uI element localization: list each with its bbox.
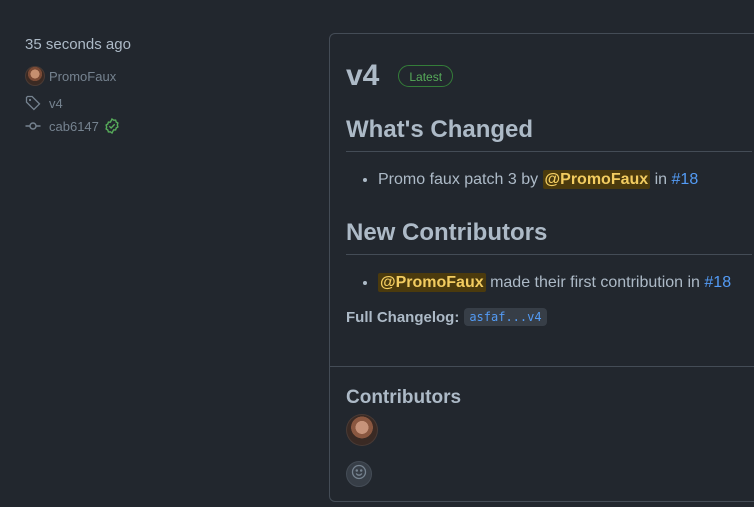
list-item: @PromoFaux made their first contribution… [378, 271, 752, 295]
commit-icon [25, 118, 41, 134]
changelog-label: Full Changelog: [346, 308, 460, 326]
contributors-section: Contributors [346, 386, 461, 487]
author-avatar[interactable] [25, 66, 45, 86]
user-mention[interactable]: @PromoFaux [542, 170, 651, 189]
contributor-avatar[interactable] [346, 414, 378, 446]
verified-icon[interactable] [104, 118, 120, 134]
full-changelog: Full Changelog: asfaf...v4 [346, 308, 752, 326]
contribution-text: made their first contribution in [490, 274, 700, 291]
section-divider [330, 366, 754, 367]
author-row[interactable]: PromoFaux [25, 66, 305, 86]
contributors-title: Contributors [346, 387, 462, 408]
tag-link[interactable]: v4 [49, 96, 63, 111]
new-contributors-list: @PromoFaux made their first contribution… [346, 271, 752, 295]
release-meta: 35 seconds ago PromoFaux v4 cab6147 [25, 35, 305, 135]
release-card: v4 Latest What's Changed Promo faux patc… [329, 33, 754, 502]
changes-list: Promo faux patch 3 by @PromoFaux in #18 [346, 168, 752, 192]
new-contributors-heading: New Contributors [346, 219, 752, 255]
release-page: 35 seconds ago PromoFaux v4 cab6147 v4 L… [0, 0, 754, 507]
commit-row[interactable]: cab6147 [25, 117, 305, 135]
change-text: Promo faux patch 3 by [378, 171, 539, 188]
whats-changed-heading: What's Changed [346, 116, 752, 152]
relative-time: 35 seconds ago [25, 36, 131, 53]
smiley-icon [351, 464, 367, 485]
tag-icon [25, 95, 41, 111]
add-reaction-button[interactable] [346, 461, 372, 487]
release-title[interactable]: v4 [346, 60, 379, 92]
changelog-compare-link[interactable]: asfaf...v4 [464, 308, 547, 326]
commit-link[interactable]: cab6147 [49, 119, 99, 134]
latest-badge: Latest [398, 65, 454, 87]
in-text: in [654, 171, 668, 188]
tag-row[interactable]: v4 [25, 94, 305, 112]
pr-link[interactable]: #18 [704, 274, 731, 291]
pr-link[interactable]: #18 [672, 171, 699, 188]
release-title-row: v4 Latest [346, 60, 752, 92]
list-item: Promo faux patch 3 by @PromoFaux in #18 [378, 168, 752, 192]
user-mention[interactable]: @PromoFaux [378, 273, 486, 292]
author-link[interactable]: PromoFaux [49, 69, 116, 84]
